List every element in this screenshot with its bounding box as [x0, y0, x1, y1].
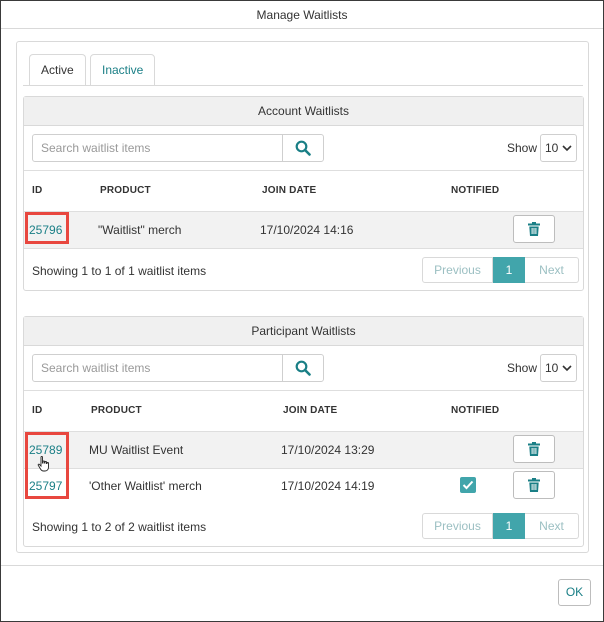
column-header-product: PRODUCT	[100, 185, 151, 196]
hand-pointer-icon	[37, 456, 49, 472]
divider	[24, 390, 583, 391]
footer-divider	[1, 565, 603, 566]
participant-waitlists-title: Participant Waitlists	[24, 317, 583, 346]
next-page-button[interactable]: Next	[525, 513, 579, 539]
tab-divider	[23, 85, 583, 86]
page-1-button[interactable]: 1	[493, 257, 525, 283]
account-pagination: Previous 1 Next	[422, 257, 579, 283]
column-header-id: ID	[32, 185, 43, 196]
divider	[24, 170, 583, 171]
manage-waitlists-dialog: Manage Waitlists Active Inactive Account…	[0, 0, 604, 622]
divider	[24, 468, 583, 469]
account-search-button[interactable]	[282, 135, 323, 161]
waitlist-id-link[interactable]: 25796	[29, 223, 62, 237]
product-name: 'Other Waitlist' merch	[89, 479, 202, 493]
product-name: "Waitlist" merch	[98, 223, 182, 237]
account-show-label: Show	[507, 141, 538, 155]
join-date: 17/10/2024 14:16	[260, 223, 354, 237]
participant-page-size-select[interactable]: 10	[540, 354, 577, 382]
participant-page-size-value: 10	[545, 361, 559, 375]
delete-button[interactable]	[513, 215, 555, 243]
trash-icon	[528, 222, 540, 236]
participant-search-input[interactable]	[33, 355, 283, 381]
previous-page-button[interactable]: Previous	[422, 513, 493, 539]
search-icon	[295, 140, 311, 156]
delete-button[interactable]	[513, 471, 555, 499]
participant-waitlists-panel: Participant Waitlists Show 10 ID	[23, 316, 584, 547]
previous-page-button[interactable]: Previous	[422, 257, 493, 283]
join-date: 17/10/2024 13:29	[281, 443, 375, 457]
table-info: Showing 1 to 2 of 2 waitlist items	[32, 520, 207, 534]
trash-icon	[528, 478, 540, 492]
participant-pagination: Previous 1 Next	[422, 513, 579, 539]
account-page-size-value: 10	[545, 141, 559, 155]
table-info: Showing 1 to 1 of 1 waitlist items	[32, 264, 207, 278]
dialog-title: Manage Waitlists	[1, 1, 603, 29]
column-header-join-date: JOIN DATE	[262, 185, 317, 196]
search-icon	[295, 360, 311, 376]
column-header-join-date: JOIN DATE	[283, 405, 338, 416]
divider	[24, 248, 583, 249]
chevron-down-icon	[562, 365, 572, 372]
column-header-notified: NOTIFIED	[451, 405, 500, 416]
column-header-product: PRODUCT	[91, 405, 142, 416]
account-waitlists-panel: Account Waitlists Show 10 ID PRO	[23, 96, 584, 291]
participant-show-label: Show	[507, 361, 538, 375]
account-page-size-select[interactable]: 10	[540, 134, 577, 162]
join-date: 17/10/2024 14:19	[281, 479, 375, 493]
next-page-button[interactable]: Next	[525, 257, 579, 283]
column-header-id: ID	[32, 405, 43, 416]
tab-inactive[interactable]: Inactive	[90, 54, 156, 86]
ok-button[interactable]: OK	[558, 579, 591, 606]
participant-search-box	[32, 354, 324, 382]
tab-active[interactable]: Active	[29, 54, 86, 86]
delete-button[interactable]	[513, 435, 555, 463]
page-1-button[interactable]: 1	[493, 513, 525, 539]
participant-search-button[interactable]	[282, 355, 323, 381]
product-name: MU Waitlist Event	[89, 443, 184, 457]
check-icon	[462, 480, 474, 490]
trash-icon	[528, 442, 540, 456]
column-header-notified: NOTIFIED	[451, 185, 500, 196]
notified-checkbox	[460, 477, 476, 493]
account-search-box	[32, 134, 324, 162]
dialog-body: Active Inactive Account Waitlists Show 1…	[16, 41, 589, 553]
account-waitlists-title: Account Waitlists	[24, 97, 583, 126]
account-search-input[interactable]	[33, 135, 283, 161]
chevron-down-icon	[562, 145, 572, 152]
